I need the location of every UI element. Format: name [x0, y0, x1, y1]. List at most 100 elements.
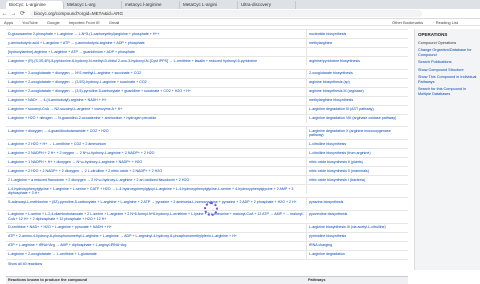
reaction-text[interactable]: ATP + L-arginine + tRNA^Arg → AMP + diph…: [6, 242, 306, 249]
table-row: L-arginine + 2 NADPH + 2 H+ + 2 oxygen →…: [6, 148, 408, 158]
table-row: L-arginine + dioxygen → 4-guanidinobutan…: [6, 126, 408, 140]
reading-list-label[interactable]: Reading List: [436, 20, 458, 25]
sidebar-item-search-databases[interactable]: Search for this Compound in Multiple Dat…: [415, 86, 480, 98]
table-row: D-glucosamine 2-phosphate + L-arginine →…: [6, 29, 408, 38]
table-row: L-arginine + NAD+ → 4-(4-aminobutyl)-arg…: [6, 95, 408, 105]
reaction-text[interactable]: L-4-hydroxyphenylglycine + L-arginine + …: [6, 185, 306, 197]
reaction-text[interactable]: L-arginine + (R)-(S,3S,4R)-5-pyridoxine-…: [6, 57, 306, 64]
pathway-link[interactable]: tRNA charging: [306, 241, 408, 250]
table-row: D-ornithine + NAD+ + H2O + L-arginine + …: [6, 222, 408, 232]
reaction-text[interactable]: L-arginine + 2 H2O + H+ → L-ornithine + …: [6, 140, 306, 147]
address-bar: ← → ⟳ biocyc.org/compound?orgid=META&id=…: [0, 9, 480, 19]
pathway-link[interactable]: [306, 185, 408, 194]
operations-sidebar: OPERATIONS Compound Operations Change Or…: [414, 29, 480, 270]
reaction-text[interactable]: L-arginine + 2 NADPH + 2 H+ + 2 oxygen →…: [6, 149, 306, 156]
bookmark-imported[interactable]: Imported From IE: [69, 20, 100, 25]
reaction-text[interactable]: L-arginine + 2-oxoglutarate + dioxygen →…: [6, 88, 306, 95]
table-row: L-arginine + 2-oxoglutarate + dioxygen →…: [6, 77, 408, 87]
sidebar-item-change-organism[interactable]: Change Organism/Database for Compound: [415, 47, 480, 59]
pathway-link[interactable]: nitric oxide biosynthesis II (mammals): [306, 167, 408, 176]
reaction-text[interactable]: S-adenosyl-L-methionine + (5Z)-pyrroline…: [6, 198, 306, 205]
pathway-link[interactable]: L-citrulline biosynthesis: [306, 140, 408, 149]
sidebar-section-title: Compound Operations: [418, 41, 457, 45]
reaction-text[interactable]: L-arginine + H2O + nitrogen → N-guanidin…: [6, 115, 306, 122]
table-row: ATP + 2-amino-4-hydroxy-6-phosphonomethy…: [6, 231, 408, 241]
reaction-text[interactable]: L-arginine + succinyl-CoA → N2-succinyl-…: [6, 106, 306, 113]
table-row: L-arginine + 2 H2O + H+ → L-ornithine + …: [6, 139, 408, 149]
forward-icon[interactable]: →: [9, 11, 18, 17]
pathway-link[interactable]: 2-oxoglutarate biosynthesis: [306, 69, 408, 78]
table-row: L-4-hydroxyphenylglycine + L-arginine + …: [6, 184, 408, 197]
reaction-text[interactable]: 2 L-arginine + a reduced flavodoxin + 2 …: [6, 176, 306, 183]
pathway-link[interactable]: L-arginine degradation VIII (arginase ox…: [306, 114, 408, 123]
reaction-text[interactable]: D-glucosamine 2-phosphate + L-arginine →…: [6, 30, 306, 37]
sidebar-title: OPERATIONS: [418, 32, 448, 37]
reaction-text[interactable]: L-arginine + dioxygen → 4-guanidinobutan…: [6, 127, 306, 134]
bookmarks-bar: Apps YouTube Google Imported From IE Gma…: [0, 19, 480, 26]
reload-icon[interactable]: ⟳: [18, 10, 27, 17]
pathway-link[interactable]: methylarginine: [306, 39, 408, 47]
browser-tab-2[interactable]: metacyc.l-arginine: [122, 1, 180, 9]
reaction-text[interactable]: L-arginine + 2-oxoglutarate + dioxygen →…: [6, 70, 306, 77]
browser-tab-3[interactable]: MetaCyc L-argini: [180, 1, 238, 9]
pathway-link[interactable]: nitric oxide biosynthesis II (plants): [306, 158, 408, 167]
sidebar-item-search-publications[interactable]: Search Publications: [415, 59, 480, 66]
pathway-link[interactable]: nitric oxide biosynthesis I (bacteria): [306, 176, 408, 185]
bookmark-gmail[interactable]: Gmail: [109, 20, 119, 25]
reaction-text[interactable]: L-arginine + 2 H2O + 2 NADP+ + 2 dioxyge…: [6, 167, 306, 174]
show-all-link[interactable]: Show all 40 reactions: [6, 258, 408, 268]
table-row: L-arginine + 2-oxoglutarate + dioxygen →…: [6, 68, 408, 78]
pathway-link[interactable]: arginine/pyridoxine biosynthesis: [306, 57, 408, 65]
pathway-link[interactable]: arginine biosynthesis III (arginase): [306, 87, 408, 96]
table-row: ATP + L-arginine + tRNA^Arg → AMP + diph…: [6, 240, 408, 250]
pathway-link[interactable]: L-arginine degradation X (arginine monoo…: [306, 127, 408, 140]
tab-bar: BioCyc: L-arginine Metacyc L-arg metacyc…: [0, 0, 480, 9]
reaction-text[interactable]: L-arginine + 1 NADPH + H+ + dioxygen → N…: [6, 158, 306, 165]
pathway-link[interactable]: pyoverdine biosynthesis: [306, 210, 408, 219]
table-row: 2 L-arginine + a reduced flavodoxin + 2 …: [6, 175, 408, 185]
pathway-link[interactable]: [306, 48, 408, 56]
reaction-text[interactable]: L-arginine + L-serine + L-2,4-diaminobut…: [6, 211, 306, 223]
bookmark-youtube[interactable]: YouTube: [22, 20, 38, 25]
reaction-text[interactable]: L-arginine + 2-oxoglutarate + dioxygen →…: [6, 79, 306, 86]
other-bookmarks-label: Other Bookmarks: [392, 20, 424, 25]
pathway-link[interactable]: methylarginine biosynthesis: [306, 96, 408, 105]
pathway-link[interactable]: arginine biosynthesis (sp): [306, 78, 408, 87]
pathway-link[interactable]: L-citrulline biosynthesis (from arginine…: [306, 149, 408, 158]
reaction-text[interactable]: ATP + 2-amino-4-hydroxy-6-phosphonomethy…: [6, 233, 306, 240]
pathway-link[interactable]: pyrimidine biosynthesis: [306, 232, 408, 241]
browser-tab-0[interactable]: BioCyc: L-arginine: [6, 1, 64, 9]
pathway-link[interactable]: nucleotide biosynthesis: [306, 30, 408, 38]
table-row: L-arginine + 2-oxoglutarate + dioxygen →…: [6, 86, 408, 96]
table-row: L-arginine + H2O + nitrogen → N-guanidin…: [6, 113, 408, 127]
pathway-link[interactable]: L-arginine degradation: [306, 250, 408, 259]
reaction-text[interactable]: [hydroxylamine]-arginine + L-arginine + …: [6, 48, 306, 55]
browser-tab-4[interactable]: Ultra-discovery: [238, 1, 296, 9]
column-header-pathways: Pathways: [308, 278, 326, 282]
reactions-table: D-glucosamine 2-phosphate + L-arginine →…: [6, 29, 408, 284]
pathway-link[interactable]: pyrazine biosynthesis: [306, 198, 408, 206]
sidebar-item-show-pathways[interactable]: Show This Compound in Individual Pathway…: [415, 74, 480, 86]
table-header: Reactions known to produce the compound …: [6, 275, 408, 284]
reaction-text[interactable]: γ-aminobutyric acid + L-arginine + ATP →…: [6, 39, 306, 46]
reaction-text[interactable]: L-arginine + NAD+ → 4-(4-aminobutyl)-arg…: [6, 97, 306, 104]
table-row: L-arginine + succinyl-CoA → N2-succinyl-…: [6, 104, 408, 114]
bookmark-apps[interactable]: Apps: [4, 20, 13, 25]
bookmark-google[interactable]: Google: [47, 20, 60, 25]
sidebar-item-show-structure[interactable]: Show Compound Structure: [415, 66, 480, 73]
back-icon[interactable]: ←: [0, 11, 9, 17]
other-bookmarks[interactable]: Other Bookmarks · Reading List: [392, 20, 467, 25]
pathway-link[interactable]: L-arginine degradation III (AST pathway): [306, 105, 408, 114]
column-header-reactions: Reactions known to produce the compound: [8, 278, 88, 282]
table-row: L-arginine + 1 NADPH + H+ + dioxygen → N…: [6, 157, 408, 167]
pathway-link[interactable]: L-arginine biosynthesis III (via acetyl-…: [306, 223, 408, 232]
browser-tab-1[interactable]: Metacyc L-arg: [64, 1, 122, 9]
reaction-text[interactable]: L-arginine + 2-oxoglutarate → L-ornithin…: [6, 251, 306, 258]
table-row: L-arginine + 2 H2O + 2 NADP+ + 2 dioxyge…: [6, 166, 408, 176]
loading-spinner-icon: [204, 202, 218, 216]
table-row: L-arginine + 2-oxoglutarate → L-ornithin…: [6, 249, 408, 259]
reaction-text[interactable]: D-ornithine + NAD+ + H2O + L-arginine + …: [6, 224, 306, 231]
table-row: [hydroxylamine]-arginine + L-arginine + …: [6, 47, 408, 56]
url-input[interactable]: biocyc.org/compound?orgid=META&id=ARG: [30, 10, 422, 17]
table-row: γ-aminobutyric acid + L-arginine + ATP →…: [6, 38, 408, 47]
